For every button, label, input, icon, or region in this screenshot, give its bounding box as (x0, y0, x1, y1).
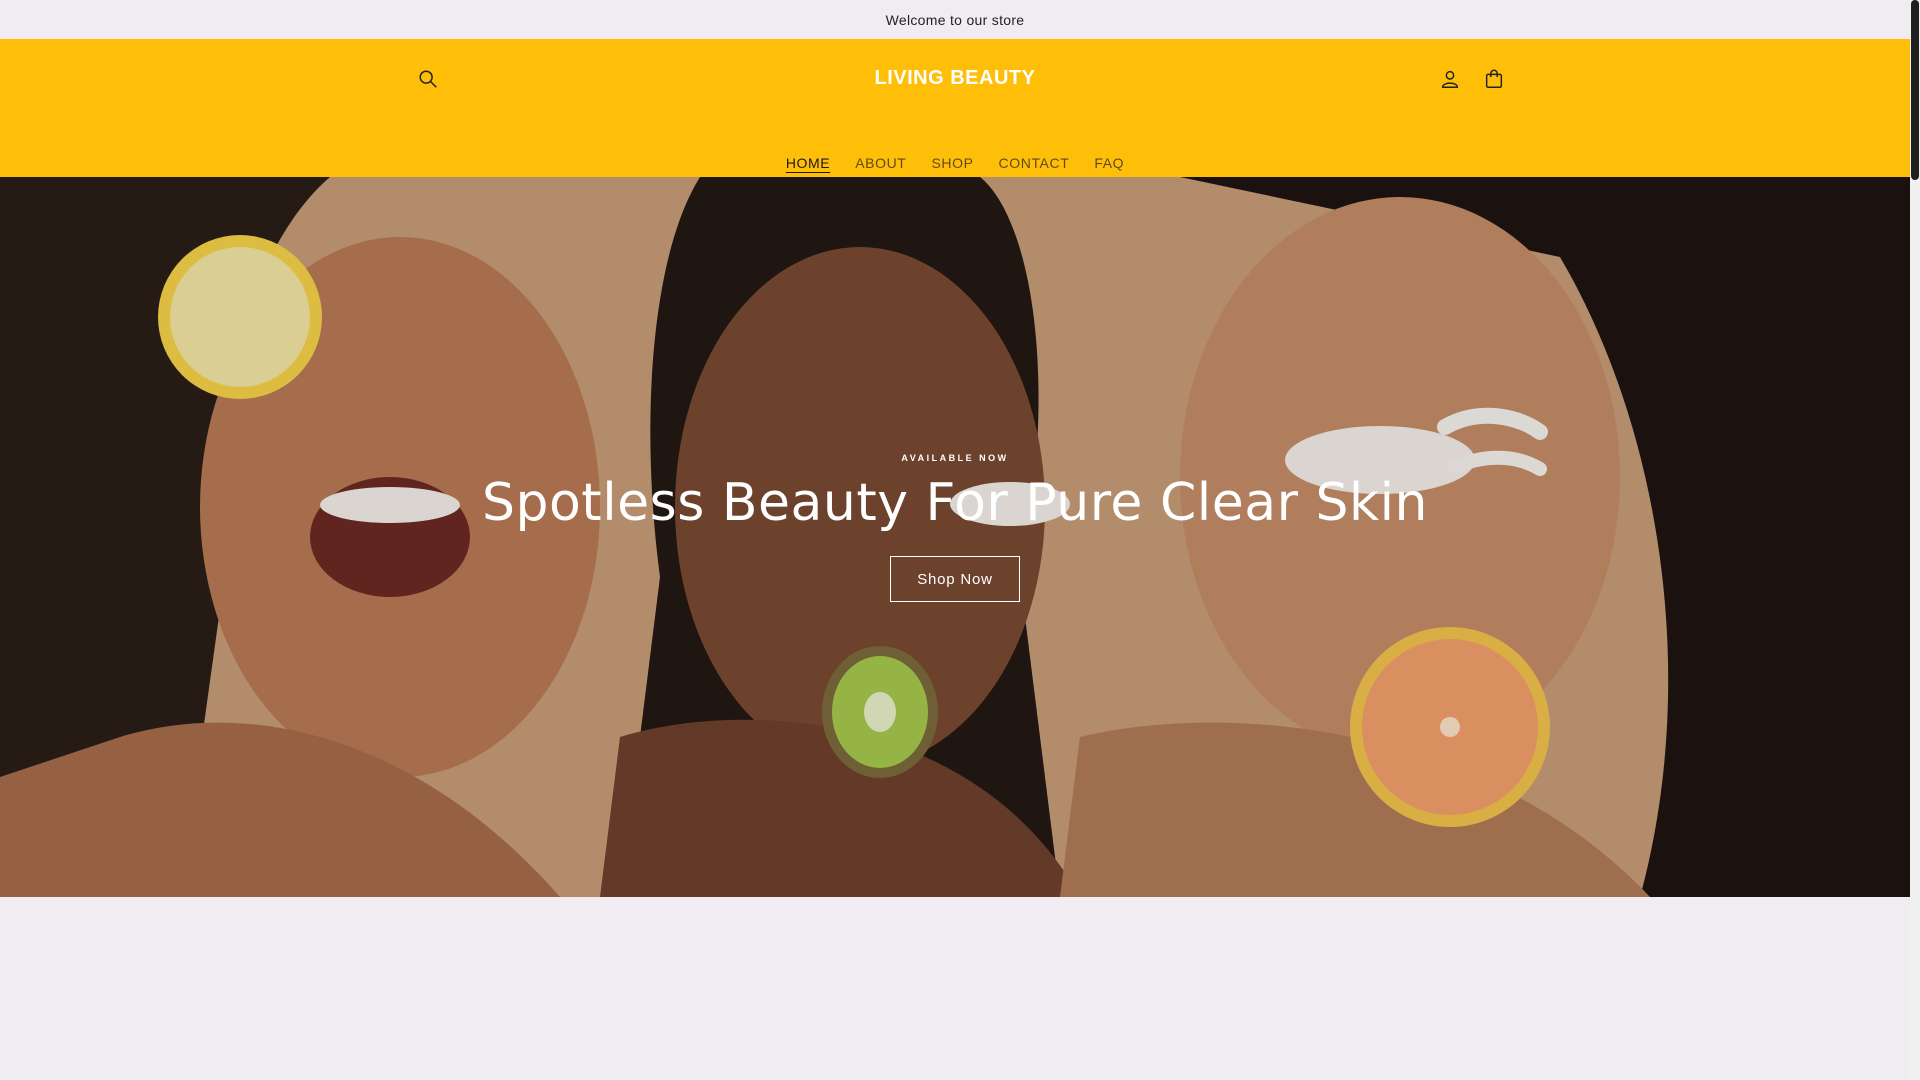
scrollbar-thumb[interactable] (1911, 0, 1919, 180)
bag-icon (1485, 69, 1503, 88)
cart-button[interactable] (1476, 61, 1512, 97)
announcement-text: Welcome to our store (885, 11, 1025, 28)
search-icon (419, 70, 437, 88)
nav-item-about[interactable]: ABOUT (855, 155, 906, 171)
announcement-bar: Welcome to our store (0, 0, 1910, 39)
hero-content: AVAILABLE NOW Spotless Beauty For Pure C… (0, 453, 1910, 603)
main-nav: HOME ABOUT SHOP CONTACT FAQ (0, 155, 1910, 171)
hero-headline: Spotless Beauty For Pure Clear Skin (481, 473, 1429, 533)
site-logo: LIVING BEAUTY (0, 67, 1910, 90)
site-header: LIVING BEAUTY HOME ABOUT SHOP CONTACT FA… (0, 39, 1910, 177)
nav-item-home[interactable]: HOME (786, 155, 830, 171)
nav-item-shop[interactable]: SHOP (931, 155, 973, 171)
hero-eyebrow: AVAILABLE NOW (901, 453, 1009, 463)
account-button[interactable] (1432, 61, 1468, 97)
user-icon (1441, 70, 1459, 88)
logo-link[interactable]: LIVING BEAUTY (875, 67, 1036, 89)
nav-item-faq[interactable]: FAQ (1094, 155, 1124, 171)
shop-now-button[interactable]: Shop Now (890, 556, 1020, 603)
hero-banner: AVAILABLE NOW Spotless Beauty For Pure C… (0, 177, 1910, 897)
scrollbar[interactable] (1910, 0, 1920, 1080)
search-button[interactable] (410, 61, 446, 97)
page: Welcome to our store LIVING BEAUTY HOME … (0, 0, 1920, 1080)
nav-item-contact[interactable]: CONTACT (999, 155, 1070, 171)
